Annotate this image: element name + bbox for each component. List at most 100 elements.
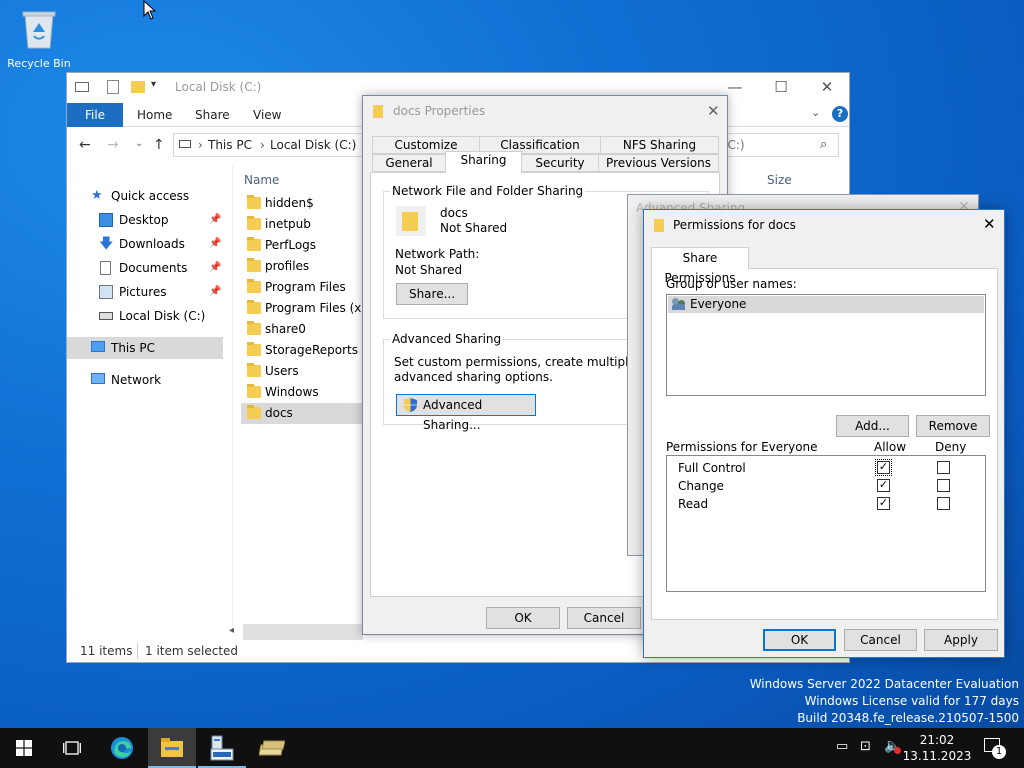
deny-change-checkbox[interactable] — [937, 479, 950, 492]
close-button[interactable]: ✕ — [804, 73, 850, 103]
recent-locations-chevron-icon[interactable]: ⌄ — [135, 138, 143, 149]
allow-full-control-checkbox[interactable]: ✓ — [875, 459, 892, 476]
scroll-left-arrow-icon[interactable]: ◂ — [229, 625, 234, 636]
tab-general[interactable]: General — [372, 154, 446, 172]
network-sharing-legend: Network File and Folder Sharing — [390, 184, 586, 198]
taskbar: ▭ ⊡ 🔈 21:02 13.11.2023 1 — [0, 728, 1024, 768]
allow-read-checkbox[interactable]: ✓ — [877, 497, 890, 510]
star-icon: ★ — [91, 188, 103, 203]
ribbon-tab-home[interactable]: Home — [137, 108, 172, 122]
nav-desktop[interactable]: Desktop 📌 — [67, 209, 223, 231]
nav-network[interactable]: Network — [67, 369, 223, 391]
notification-count-badge: 1 — [992, 745, 1006, 759]
cancel-button[interactable]: Cancel — [567, 607, 641, 629]
advanced-sharing-button[interactable]: Advanced Sharing... — [396, 394, 536, 432]
breadcrumb-separator-icon: › — [260, 138, 265, 152]
network-icon — [91, 373, 105, 384]
user-row-everyone[interactable]: Everyone — [668, 296, 984, 313]
file-row[interactable]: StorageReports — [241, 340, 381, 361]
system-clock[interactable]: 21:02 13.11.2023 — [900, 732, 974, 764]
ribbon-tab-share[interactable]: Share — [195, 108, 230, 122]
computer-icon — [91, 341, 105, 352]
quick-access-toolbar-icon[interactable] — [75, 82, 89, 92]
folder-icon — [247, 216, 261, 230]
taskbar-file-explorer[interactable] — [148, 728, 196, 768]
file-row[interactable]: Users — [241, 361, 381, 382]
documents-icon — [100, 261, 111, 275]
start-button[interactable] — [0, 728, 48, 768]
close-button[interactable]: ✕ — [707, 102, 720, 120]
ribbon-tab-file[interactable]: File — [67, 103, 123, 127]
taskbar-server-manager[interactable] — [198, 728, 246, 768]
nav-this-pc-label: This PC — [111, 341, 155, 355]
new-folder-icon[interactable] — [131, 81, 145, 93]
taskbar-app-folder[interactable] — [248, 728, 296, 768]
allow-change-checkbox[interactable]: ✓ — [877, 479, 890, 492]
column-header-name[interactable]: Name — [244, 173, 279, 187]
column-header-size[interactable]: Size — [767, 173, 792, 187]
close-button[interactable]: ✕ — [983, 215, 996, 233]
back-arrow-icon[interactable]: ← — [79, 137, 91, 153]
up-arrow-icon[interactable]: ↑ — [153, 137, 165, 153]
tab-security[interactable]: Security — [521, 154, 599, 172]
nav-local-disk[interactable]: Local Disk (C:) — [67, 305, 223, 327]
share-state: Not Shared — [440, 221, 508, 235]
share-button[interactable]: Share... — [396, 283, 468, 305]
horizontal-scrollbar[interactable] — [243, 624, 363, 640]
file-row[interactable]: Windows — [241, 382, 381, 403]
file-row[interactable]: share0 — [241, 319, 381, 340]
breadcrumb-this-pc[interactable]: This PC — [208, 138, 252, 152]
customize-toolbar-chevron-icon[interactable]: ▾ — [151, 79, 156, 90]
forward-arrow-icon[interactable]: → — [107, 137, 119, 153]
taskbar-edge[interactable] — [98, 728, 146, 768]
network-tray-icon[interactable]: ▭ — [836, 739, 848, 754]
tab-nfs-sharing[interactable]: NFS Sharing — [600, 136, 719, 154]
deny-full-control-checkbox[interactable] — [937, 461, 950, 474]
ok-button[interactable]: OK — [486, 607, 560, 629]
properties-icon[interactable] — [107, 80, 119, 94]
ribbon-expand-chevron-icon[interactable]: ⌄ — [811, 106, 820, 119]
edge-browser-icon — [111, 737, 133, 759]
tab-sharing[interactable]: Sharing — [445, 151, 522, 173]
apply-button[interactable]: Apply — [924, 629, 998, 651]
nav-downloads[interactable]: 🡇 Downloads 📌 — [67, 233, 223, 255]
ok-button[interactable]: OK — [763, 629, 836, 651]
help-icon[interactable]: ? — [832, 106, 848, 122]
deny-read-checkbox[interactable] — [937, 497, 950, 510]
recycle-bin-desktop-icon[interactable]: Recycle Bin — [6, 6, 72, 70]
nav-quick-access[interactable]: ★ Quick access — [67, 185, 223, 207]
file-row[interactable]: inetpub — [241, 214, 381, 235]
pin-icon: 📌 — [209, 238, 222, 249]
users-listbox[interactable]: Everyone — [666, 294, 986, 396]
file-row[interactable]: profiles — [241, 256, 381, 277]
maximize-button[interactable]: ☐ — [758, 73, 804, 103]
file-row[interactable]: Program Files (x86) — [241, 298, 381, 319]
file-row[interactable]: PerfLogs — [241, 235, 381, 256]
user-name: Everyone — [690, 297, 747, 311]
tab-previous-versions[interactable]: Previous Versions — [598, 154, 719, 172]
cancel-button[interactable]: Cancel — [844, 629, 917, 651]
nav-this-pc[interactable]: This PC — [67, 337, 223, 359]
breadcrumb-local-disk[interactable]: Local Disk (C:) — [270, 138, 356, 152]
file-row-selected[interactable]: docs — [241, 403, 381, 424]
task-view-button[interactable] — [48, 728, 96, 768]
nav-documents[interactable]: Documents 📌 — [67, 257, 223, 279]
nav-downloads-label: Downloads — [119, 237, 185, 251]
ribbon-tab-view[interactable]: View — [253, 108, 281, 122]
drive-icon — [99, 312, 113, 320]
ethernet-icon[interactable]: ⊡ — [860, 739, 871, 754]
watermark-line-1: Windows Server 2022 Datacenter Evaluatio… — [749, 677, 1019, 691]
address-bar[interactable]: › This PC › Local Disk (C:) — [173, 133, 373, 157]
nav-pictures[interactable]: Pictures 📌 — [67, 281, 223, 303]
notification-center-button[interactable]: 1 — [976, 728, 1024, 768]
breadcrumb-separator-icon: › — [198, 138, 203, 152]
file-row[interactable]: Program Files — [241, 277, 381, 298]
file-row[interactable]: hidden$ — [241, 193, 381, 214]
pin-icon: 📌 — [209, 214, 222, 225]
tab-share-permissions[interactable]: Share Permissions — [651, 247, 749, 285]
share-folder-name: docs — [440, 206, 468, 220]
uac-shield-icon — [404, 398, 417, 412]
file-row-name: PerfLogs — [265, 238, 317, 252]
add-user-button[interactable]: Add... — [836, 415, 909, 437]
remove-user-button[interactable]: Remove — [916, 415, 990, 437]
